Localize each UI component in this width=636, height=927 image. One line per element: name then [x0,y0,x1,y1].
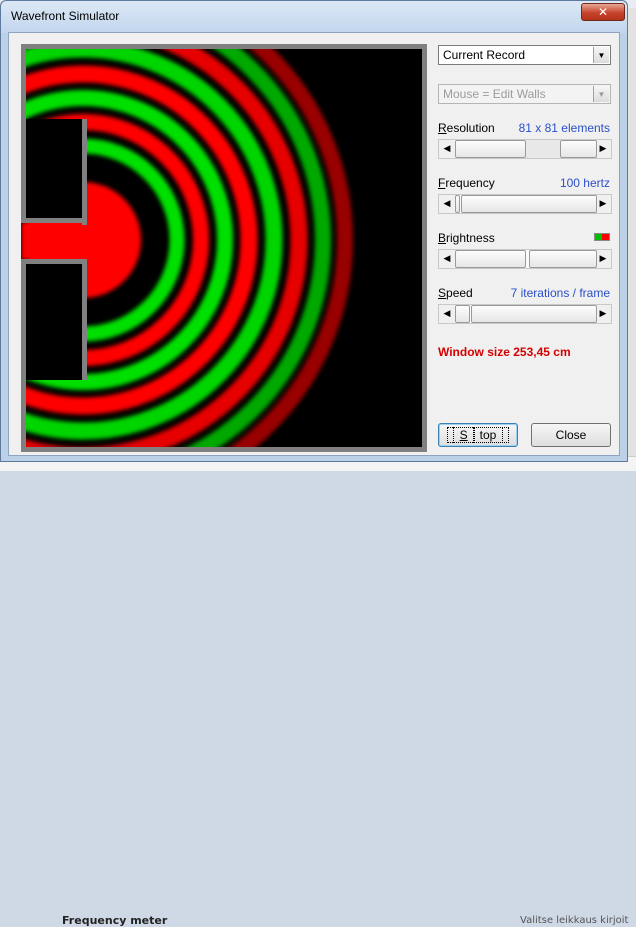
frequency-value: 100 hertz [559,176,610,190]
scroll-left-icon[interactable]: ◀ [439,195,455,213]
dialog-client-area: Current Record ▼ Mouse = Edit Walls ▼ Re… [8,32,620,456]
wall-outline [21,259,87,264]
close-button[interactable]: Close [531,423,611,447]
close-icon: ✕ [597,5,609,19]
resolution-fill [526,140,560,158]
speed-track[interactable] [455,305,597,323]
speed-slider[interactable]: ◀ ▶ [438,304,612,324]
frequency-thumb[interactable] [455,195,460,213]
resolution-label: Resolution [438,121,495,135]
frequency-label: Frequency [438,176,495,190]
resolution-track[interactable] [455,140,597,158]
swatch-red [602,234,609,240]
speed-track-right [471,305,597,323]
brightness-track-left [455,250,526,268]
resolution-value: 81 x 81 elements [518,121,610,135]
window-title: Wavefront Simulator [11,9,120,23]
scroll-right-icon[interactable]: ▶ [595,140,611,158]
scroll-left-icon[interactable]: ◀ [439,140,455,158]
wave-simulation-canvas[interactable] [21,44,427,452]
frequency-track[interactable] [455,195,597,213]
record-dropdown-value: Current Record [443,48,526,62]
scroll-right-icon[interactable]: ▶ [595,305,611,323]
scroll-right-icon[interactable]: ▶ [595,250,611,268]
swatch-green [595,234,602,240]
brightness-label: Brightness [438,231,495,245]
wall-block [26,119,86,222]
brightness-track[interactable] [455,250,597,268]
window-size-status: Window size 253,45 cm [438,345,571,359]
wall-outline [21,218,87,223]
speed-value: 7 iterations / frame [510,286,610,300]
wave-channel [21,222,87,260]
chevron-down-icon: ▼ [593,47,609,63]
chevron-down-icon: ▼ [593,86,609,102]
wall-outline [422,44,427,452]
scroll-left-icon[interactable]: ◀ [439,305,455,323]
mouse-mode-value: Mouse = Edit Walls [443,87,546,101]
brightness-slider[interactable]: ◀ ▶ [438,249,612,269]
brightness-thumb[interactable] [529,250,597,268]
record-dropdown[interactable]: Current Record ▼ [438,45,611,65]
scroll-left-icon[interactable]: ◀ [439,250,455,268]
frequency-slider[interactable]: ◀ ▶ [438,194,612,214]
brightness-color-swatch [594,233,610,241]
resolution-thumb[interactable] [560,140,597,158]
wavefront-simulator-window: Wavefront Simulator ✕ Current Record ▼ M… [0,0,628,462]
stop-button-label: Stop [446,427,510,443]
speed-label: Speed [438,286,473,300]
mouse-mode-dropdown: Mouse = Edit Walls ▼ [438,84,611,104]
wall-outline [82,259,87,380]
wall-outline [21,260,26,452]
wall-outline [21,44,427,49]
speed-thumb[interactable] [455,305,470,323]
background-text-right: Valitse leikkaus kirjoit [520,915,629,926]
wall-outline [21,447,427,452]
resolution-slider[interactable]: ◀ ▶ [438,139,612,159]
window-close-button[interactable]: ✕ [581,3,625,21]
wall-block [26,260,86,380]
resolution-track-left [455,140,526,158]
stop-button[interactable]: Stop [438,423,518,447]
wall-outline [82,119,87,225]
scroll-right-icon[interactable]: ▶ [595,195,611,213]
title-bar[interactable]: Wavefront Simulator ✕ [1,1,627,33]
background-text-left: Frequency meter [62,914,168,927]
frequency-track-right [461,195,597,213]
wave-field-image [21,44,427,452]
wall-outline [21,44,26,222]
